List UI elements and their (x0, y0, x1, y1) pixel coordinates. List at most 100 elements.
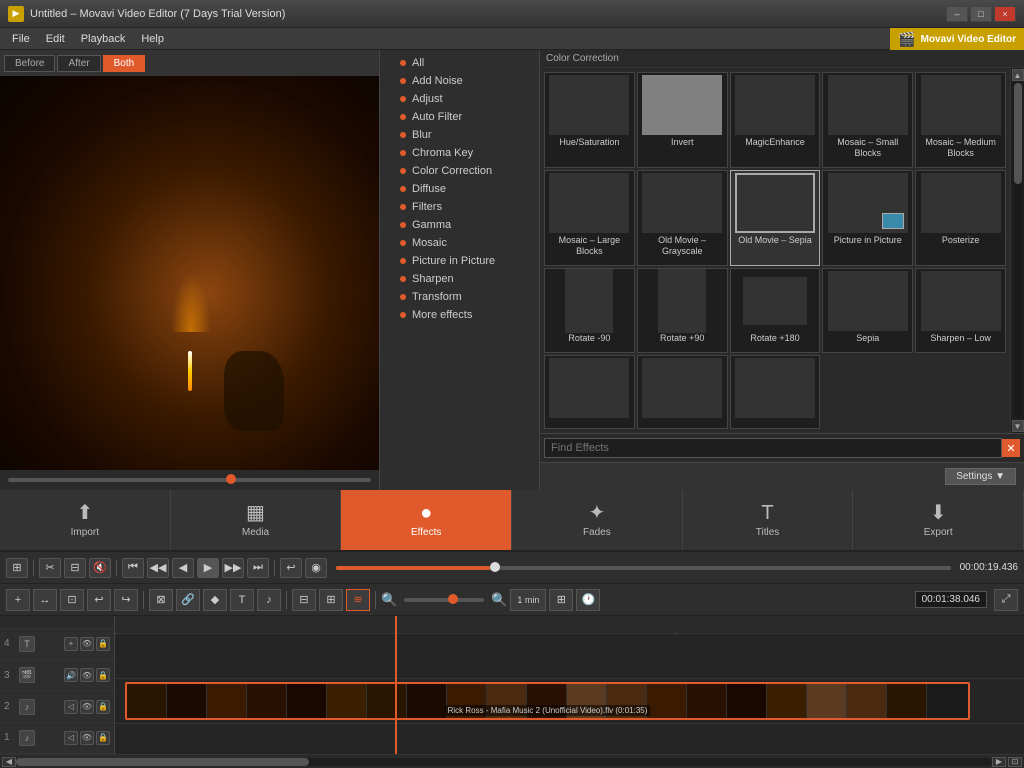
zoom-slider[interactable] (404, 598, 484, 602)
audio-tool[interactable]: ♪ (257, 589, 281, 611)
tab-import[interactable]: ⬆ Import (0, 490, 171, 550)
prev-frame-button[interactable]: ◀◀ (147, 558, 169, 578)
frame-view-2[interactable]: ⊞ (319, 589, 343, 611)
cat-transform[interactable]: Transform (380, 288, 539, 306)
cat-chromakey[interactable]: Chroma Key (380, 144, 539, 162)
scroll-right-button[interactable]: ▶ (992, 757, 1006, 767)
zoom-preset[interactable]: 1 min (510, 589, 546, 611)
move-tool[interactable]: ↔ (33, 589, 57, 611)
effect-magicenhance[interactable]: MagicEnhance (730, 72, 821, 168)
scroll-track[interactable] (1014, 83, 1022, 418)
cat-diffuse[interactable]: Diffuse (380, 180, 539, 198)
marker-button[interactable]: ◆ (203, 589, 227, 611)
track-eye-btn[interactable]: 👁 (80, 637, 94, 651)
waveform-btn[interactable]: ≋ (346, 589, 370, 611)
link-button[interactable]: 🔗 (176, 589, 200, 611)
effect-partial-2[interactable] (637, 355, 728, 429)
track-add-btn[interactable]: + (64, 637, 78, 651)
effect-sharpen-low[interactable]: Sharpen – Low (915, 268, 1006, 353)
play-button[interactable]: ▶ (197, 558, 219, 578)
text-tool[interactable]: T (230, 589, 254, 611)
frame-view-1[interactable]: ⊟ (292, 589, 316, 611)
tab-media[interactable]: ▦ Media (171, 490, 342, 550)
tab-export[interactable]: ⬇ Export (853, 490, 1024, 550)
cat-gamma[interactable]: Gamma (380, 216, 539, 234)
effect-oldmovie-gray[interactable]: Old Movie – Grayscale (637, 170, 728, 266)
effect-mosaic-med[interactable]: Mosaic – Medium Blocks (915, 72, 1006, 168)
menu-edit[interactable]: Edit (38, 31, 73, 47)
cat-mosaic[interactable]: Mosaic (380, 234, 539, 252)
cat-moreeffects[interactable]: More effects (380, 306, 539, 324)
effect-oldmovie-sepia[interactable]: Old Movie – Sepia (730, 170, 821, 266)
track-eye-btn[interactable]: 👁 (80, 731, 94, 745)
redo-button[interactable]: ↪ (114, 589, 138, 611)
menu-help[interactable]: Help (133, 31, 172, 47)
settings-button[interactable]: Settings ▼ (945, 468, 1016, 485)
tab-before[interactable]: Before (4, 55, 55, 72)
cat-all[interactable]: All (380, 54, 539, 72)
video-clip[interactable]: Rick Ross - Mafia Music 2 (Unofficial Vi… (125, 682, 970, 720)
forward-button[interactable]: ▶▶ (222, 558, 244, 578)
loop-button[interactable]: ↩ (280, 558, 302, 578)
minimize-button[interactable]: – (946, 6, 968, 22)
scrub-bar[interactable] (8, 478, 371, 482)
effect-rotate-neg90[interactable]: Rotate -90 (544, 268, 635, 353)
ripple-button[interactable]: ⊠ (149, 589, 173, 611)
rewind-all-button[interactable]: ⏮ (122, 558, 144, 578)
trim-tool[interactable]: ⊡ (60, 589, 84, 611)
track-lock-btn[interactable]: 🔒 (96, 637, 110, 651)
fullscreen-button[interactable]: ⤢ (994, 589, 1018, 611)
tab-both[interactable]: Both (103, 55, 146, 72)
track-lock-btn[interactable]: 🔒 (96, 700, 110, 714)
effect-mosaic-large[interactable]: Mosaic – Large Blocks (544, 170, 635, 266)
track-lock-btn[interactable]: 🔒 (96, 731, 110, 745)
maximize-button[interactable]: □ (970, 6, 992, 22)
scrub-handle[interactable] (226, 474, 236, 484)
effect-partial-3[interactable] (730, 355, 821, 429)
effect-posterize[interactable]: Posterize (915, 170, 1006, 266)
track-vol-btn[interactable]: 🔊 (64, 668, 78, 682)
cat-adjust[interactable]: Adjust (380, 90, 539, 108)
track-lock-btn[interactable]: 🔒 (96, 668, 110, 682)
rewind-button[interactable]: ◀ (172, 558, 194, 578)
tab-fades[interactable]: ✦ Fades (512, 490, 683, 550)
cat-filters[interactable]: Filters (380, 198, 539, 216)
preview-scrubber[interactable] (0, 470, 379, 490)
cat-autofilter[interactable]: Auto Filter (380, 108, 539, 126)
scroll-end-button[interactable]: ⊡ (1008, 757, 1022, 767)
track-vol-btn[interactable]: ◁ (64, 731, 78, 745)
search-clear-button[interactable]: ✕ (1002, 439, 1020, 457)
effect-rotate-180[interactable]: Rotate +180 (730, 268, 821, 353)
effect-partial-1[interactable] (544, 355, 635, 429)
scroll-up-button[interactable]: ▲ (1012, 69, 1024, 81)
snap-button[interactable]: ⊞ (6, 558, 28, 578)
next-frame-button[interactable]: ⏭ (247, 558, 269, 578)
search-input[interactable] (544, 438, 1002, 458)
cat-addnoise[interactable]: Add Noise (380, 72, 539, 90)
close-button[interactable]: × (994, 6, 1016, 22)
effect-rotate-90[interactable]: Rotate +90 (637, 268, 728, 353)
scroll-track[interactable] (16, 758, 992, 766)
fit-button[interactable]: ⊞ (549, 589, 573, 611)
menu-playback[interactable]: Playback (73, 31, 134, 47)
track-vol-btn[interactable]: ◁ (64, 700, 78, 714)
track-eye-btn[interactable]: 👁 (80, 668, 94, 682)
mark-button[interactable]: ◉ (305, 558, 327, 578)
cat-sharpen[interactable]: Sharpen (380, 270, 539, 288)
track-eye-btn[interactable]: 👁 (80, 700, 94, 714)
effect-sepia[interactable]: Sepia (822, 268, 913, 353)
tab-after[interactable]: After (57, 55, 100, 72)
scroll-down-button[interactable]: ▼ (1012, 420, 1024, 432)
effect-hue-saturation[interactable]: Hue/Saturation (544, 72, 635, 168)
mute-button[interactable]: 🔇 (89, 558, 111, 578)
effects-scrollbar[interactable]: ▲ ▼ (1010, 68, 1024, 433)
cat-blur[interactable]: Blur (380, 126, 539, 144)
cat-pip[interactable]: Picture in Picture (380, 252, 539, 270)
split-button[interactable]: ⊟ (64, 558, 86, 578)
scroll-left-button[interactable]: ◀ (2, 757, 16, 767)
effect-mosaic-small[interactable]: Mosaic – Small Blocks (822, 72, 913, 168)
tab-titles[interactable]: T Titles (683, 490, 854, 550)
cut-button[interactable]: ✂ (39, 558, 61, 578)
timeline-scrollbar[interactable]: ◀ ▶ ⊡ (0, 754, 1024, 768)
effect-invert[interactable]: Invert (637, 72, 728, 168)
